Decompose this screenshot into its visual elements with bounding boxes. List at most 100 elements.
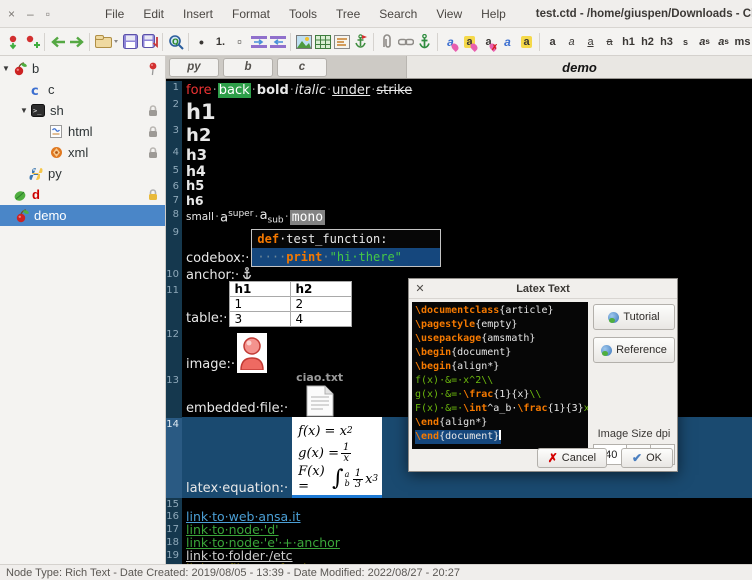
bold-button[interactable]: a xyxy=(543,31,562,53)
todo-list-button[interactable]: ▫ xyxy=(230,31,249,53)
superscript-button[interactable]: as xyxy=(695,31,714,53)
insert-link-button[interactable] xyxy=(396,31,415,53)
anchor-button[interactable] xyxy=(415,31,434,53)
monospace-button[interactable]: ms xyxy=(733,31,752,53)
add-subnode-icon xyxy=(24,34,40,50)
bookmark-tab-py[interactable]: py xyxy=(169,58,219,77)
menu-tree[interactable]: Tree xyxy=(336,7,360,21)
strikethrough-button[interactable]: a xyxy=(600,31,619,53)
save-button[interactable] xyxy=(121,31,140,53)
dialog-title: Latex Text xyxy=(431,283,655,295)
h5-heading: h5 xyxy=(186,180,204,194)
numbered-list-button[interactable]: 1. xyxy=(211,31,230,53)
menu-file[interactable]: File xyxy=(105,7,124,21)
tree-item-py[interactable]: py xyxy=(0,163,165,184)
bookmark-tab-c[interactable]: c xyxy=(277,58,327,77)
line-number: 16 xyxy=(166,510,182,523)
go-forward-button[interactable] xyxy=(67,31,86,53)
background-color-button[interactable]: a xyxy=(460,31,479,53)
line-number: 10 xyxy=(166,268,182,284)
latex-image[interactable]: f(x) = x2 g(x) =1x F(x) =∫ab13x3 xyxy=(292,417,382,498)
underline-button[interactable]: a xyxy=(581,31,600,53)
underline-text: under xyxy=(332,83,370,98)
go-back-button[interactable] xyxy=(48,31,67,53)
table-widget[interactable]: h1h2 12 34 xyxy=(229,281,352,327)
leaf-icon xyxy=(12,187,28,203)
maximize-window-icon[interactable]: ▫ xyxy=(46,7,50,21)
close-window-icon[interactable]: × xyxy=(8,7,15,21)
latex-label: latex·equation:· xyxy=(186,481,288,496)
line-number: 18 xyxy=(166,536,182,549)
latest-foreground-button[interactable]: a xyxy=(498,31,517,53)
tree-item-label: sh xyxy=(50,103,64,118)
expander-icon[interactable]: ▼ xyxy=(18,106,30,115)
clear-format-button[interactable]: a✗ xyxy=(479,31,498,53)
insert-image-button[interactable] xyxy=(294,31,313,53)
line-number: 20 xyxy=(166,562,182,564)
back-text: back xyxy=(218,83,251,98)
open-folder-icon xyxy=(95,35,119,49)
table-icon xyxy=(315,35,331,49)
tree-item-html[interactable]: html xyxy=(0,121,165,142)
menu-search[interactable]: Search xyxy=(379,7,417,21)
tree-item-sh[interactable]: ▼ >_ sh xyxy=(0,100,165,121)
image-label: image:· xyxy=(186,357,235,372)
cherrytree-window: × – ▫ File Edit Insert Format Tools Tree… xyxy=(0,0,752,580)
codebox-icon xyxy=(334,35,350,49)
h2-button[interactable]: h2 xyxy=(638,31,657,53)
reference-button[interactable]: Reference xyxy=(593,337,675,363)
italic-button[interactable]: a xyxy=(562,31,581,53)
minimize-window-icon[interactable]: – xyxy=(27,7,34,21)
ok-button[interactable]: ✔OK xyxy=(621,448,673,468)
menu-tools[interactable]: Tools xyxy=(289,7,317,21)
attach-file-button[interactable] xyxy=(377,31,396,53)
save-as-icon xyxy=(142,34,158,49)
file-link[interactable]: link·to·file·/etc/fstab xyxy=(186,562,311,564)
go-forward-icon xyxy=(69,36,85,48)
bookmark-tab-b[interactable]: b xyxy=(223,58,273,77)
document-icon xyxy=(305,385,335,417)
menu-insert[interactable]: Insert xyxy=(183,7,213,21)
insert-codebox-button[interactable] xyxy=(332,31,351,53)
insert-table-button[interactable] xyxy=(313,31,332,53)
bullet-list-button[interactable]: • xyxy=(192,31,211,53)
menu-help[interactable]: Help xyxy=(481,7,506,21)
embedded-image[interactable] xyxy=(237,333,267,373)
tree-item-demo[interactable]: demo xyxy=(0,205,165,226)
expander-icon[interactable]: ▼ xyxy=(0,64,12,73)
tree-item-label: c xyxy=(48,82,55,97)
open-file-button[interactable] xyxy=(93,31,121,53)
add-node-button[interactable] xyxy=(3,31,22,53)
menu-format[interactable]: Format xyxy=(232,7,270,21)
insert-anchor-button[interactable] xyxy=(351,31,370,53)
latest-background-button[interactable]: a xyxy=(517,31,536,53)
dialog-close-icon[interactable]: ✕ xyxy=(409,282,431,295)
save-as-button[interactable] xyxy=(140,31,159,53)
globe-icon xyxy=(608,312,619,323)
menu-view[interactable]: View xyxy=(436,7,462,21)
embedded-file-name: ciao.txt xyxy=(296,371,343,384)
handle-indent-plus-button[interactable] xyxy=(249,31,268,53)
handle-indent-minus-button[interactable] xyxy=(268,31,287,53)
subscript-button[interactable]: as xyxy=(714,31,733,53)
tree-item-d[interactable]: d xyxy=(0,184,165,205)
tree-item-b[interactable]: ▼ b xyxy=(0,58,165,79)
embedded-file-widget[interactable]: ciao.txt xyxy=(296,371,343,417)
bold-text: bold xyxy=(257,83,289,98)
codebox-widget[interactable]: def·test_function: ····print·"hi·there" xyxy=(251,229,441,267)
find-button[interactable]: Q xyxy=(166,31,185,53)
latex-source-editor[interactable]: \documentclass{article}\pagestyle{empty}… xyxy=(412,302,588,449)
foreground-color-button[interactable]: a xyxy=(441,31,460,53)
tree-item-xml[interactable]: xml xyxy=(0,142,165,163)
cancel-button[interactable]: ✗Cancel xyxy=(537,448,607,468)
menu-edit[interactable]: Edit xyxy=(143,7,164,21)
h3-button[interactable]: h3 xyxy=(657,31,676,53)
search-icon: Q xyxy=(168,34,184,50)
tree-item-c[interactable]: c c xyxy=(0,79,165,100)
h1-button[interactable]: h1 xyxy=(619,31,638,53)
add-subnode-button[interactable] xyxy=(22,31,41,53)
tree-item-label: py xyxy=(48,166,62,181)
small-button[interactable]: s xyxy=(676,31,695,53)
tutorial-button[interactable]: Tutorial xyxy=(593,304,675,330)
line-number: 9 xyxy=(166,226,182,268)
